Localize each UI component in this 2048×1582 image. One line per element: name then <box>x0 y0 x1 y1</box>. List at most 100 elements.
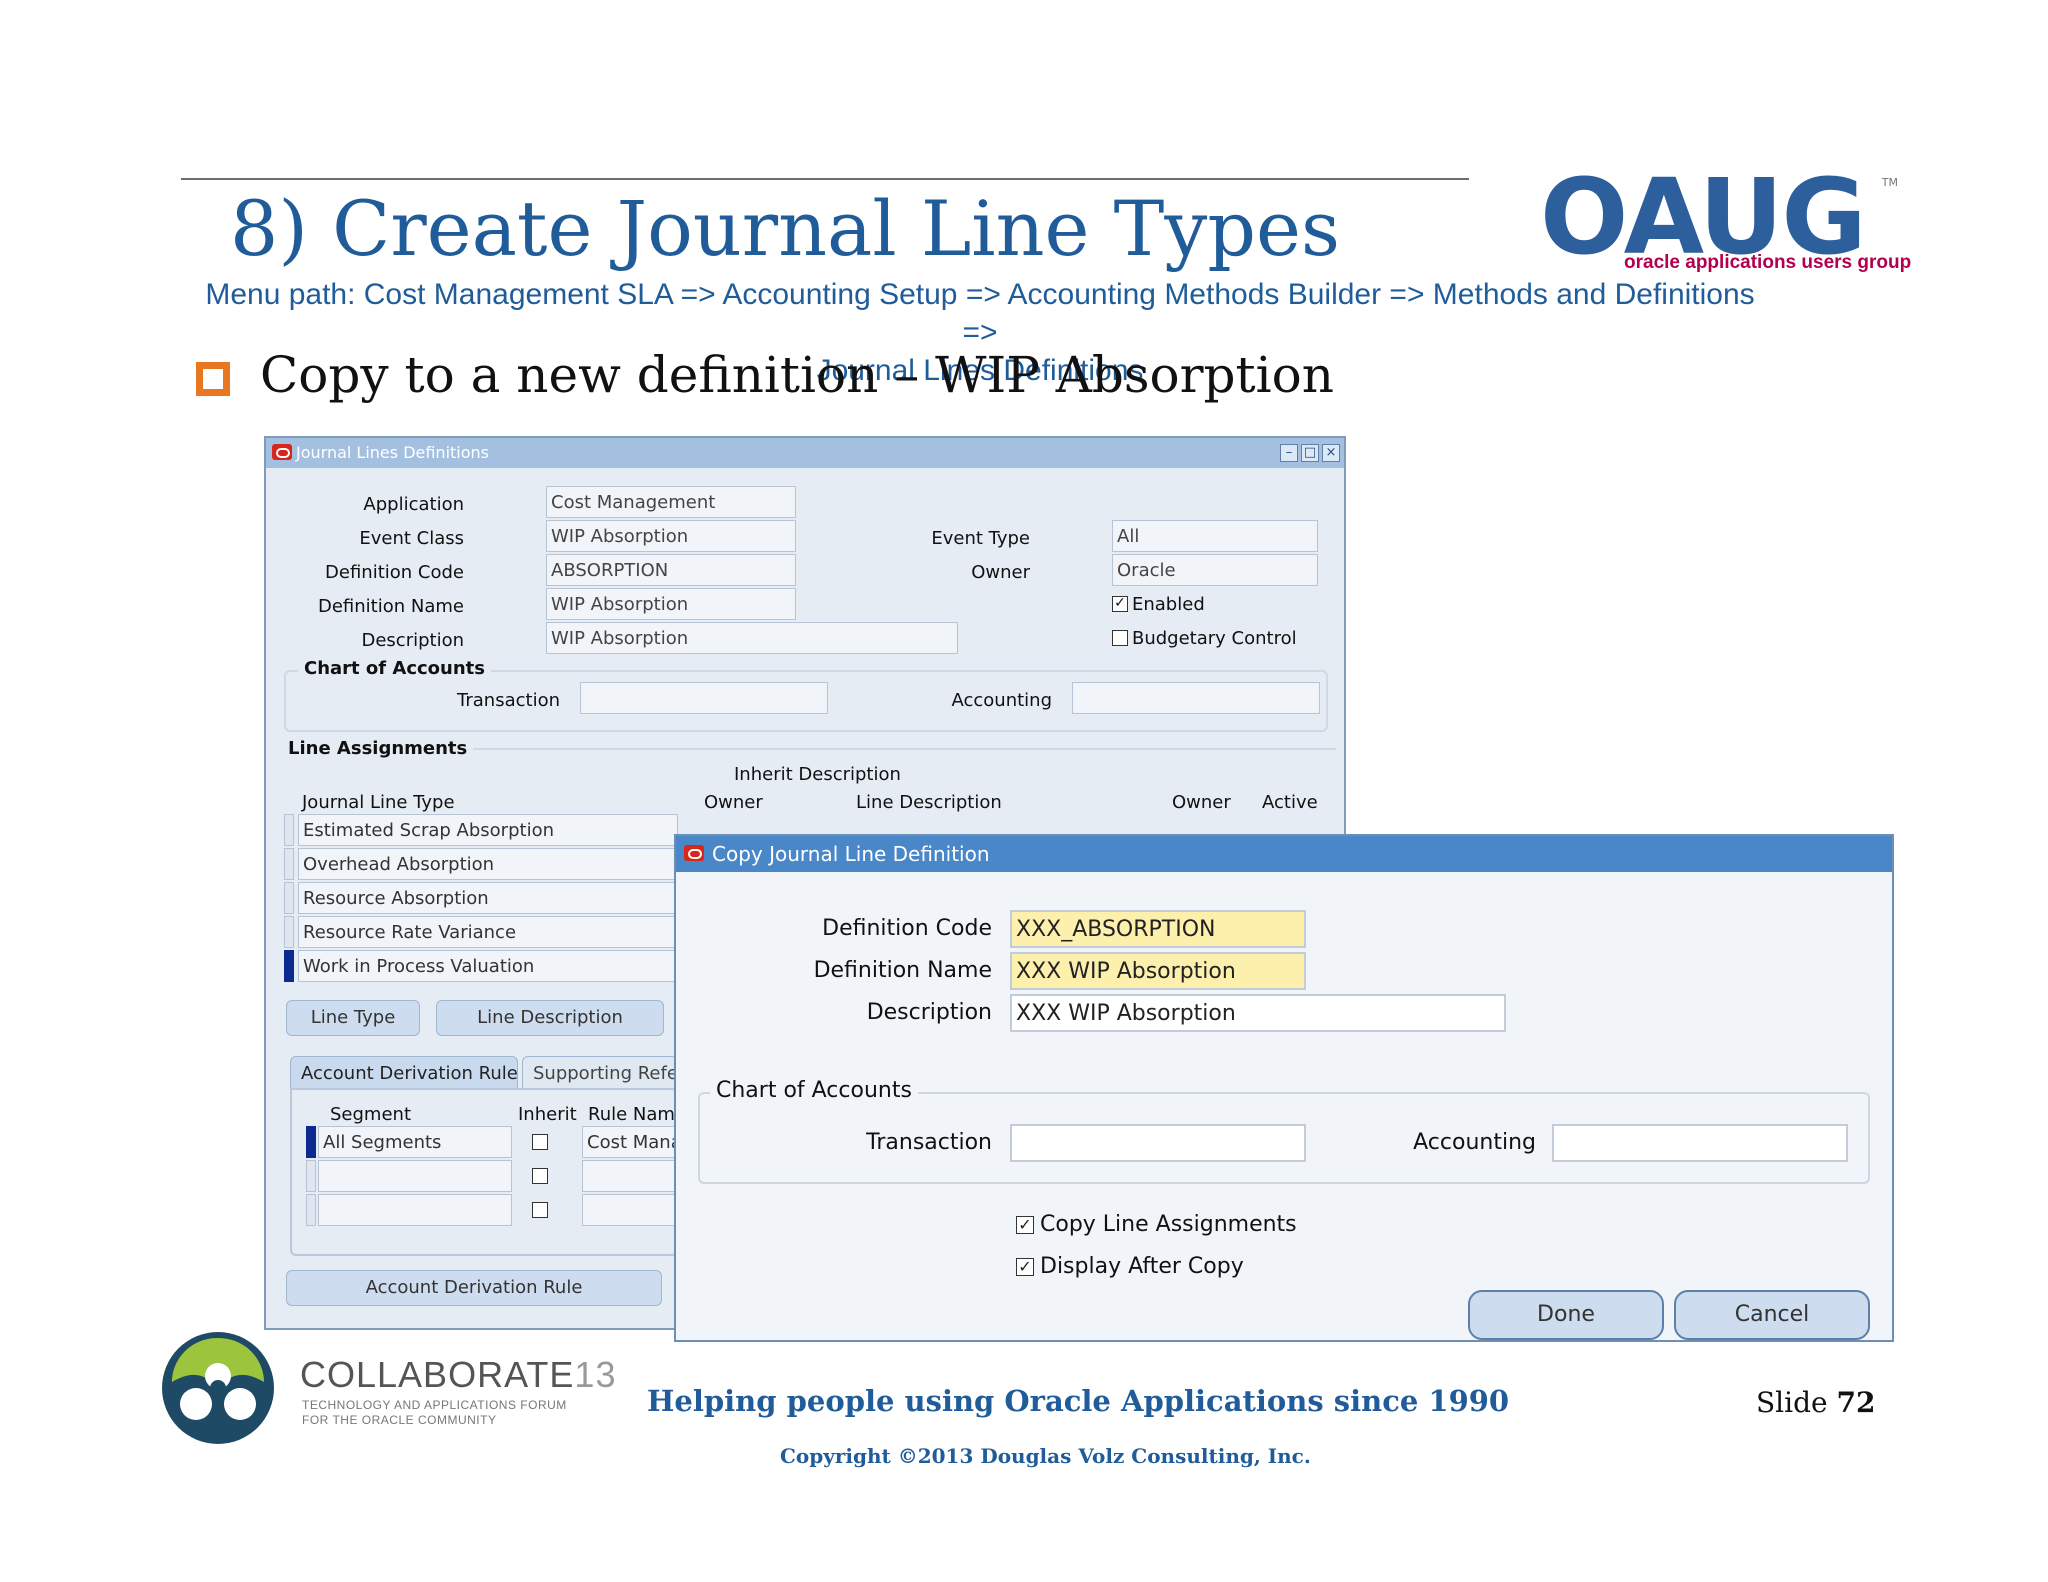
enabled-label: Enabled <box>1132 594 1205 615</box>
application-field[interactable]: Cost Management <box>546 486 796 518</box>
window-titlebar[interactable]: Journal Lines Definitions – □ × <box>266 438 1344 468</box>
rule-name-cell[interactable] <box>582 1160 678 1192</box>
dialog-accounting-label: Accounting <box>1413 1130 1536 1155</box>
budgetary-control-checkbox[interactable] <box>1112 630 1128 646</box>
event-class-field[interactable]: WIP Absorption <box>546 520 796 552</box>
inherit-checkbox[interactable] <box>532 1134 548 1150</box>
col-segment: Segment <box>330 1104 411 1125</box>
dialog-transaction-label: Transaction <box>866 1130 992 1155</box>
event-type-label: Event Type <box>931 528 1030 549</box>
col-active: Active <box>1262 792 1318 813</box>
slide-number: Slide 72 <box>1756 1386 1875 1419</box>
chart-of-accounts-title: Chart of Accounts <box>298 658 491 679</box>
menu-path-line1: Menu path: Cost Management SLA => Accoun… <box>205 278 1755 349</box>
cancel-button[interactable]: Cancel <box>1674 1290 1870 1340</box>
line-assignments-divider <box>456 748 1336 750</box>
display-after-copy-checkbox[interactable]: ✓ <box>1016 1258 1034 1276</box>
dialog-definition-code-label: Definition Code <box>822 916 992 941</box>
collaborate-logo-icon <box>162 1332 274 1444</box>
window-controls: – □ × <box>1280 444 1340 462</box>
oaug-logo: OAUG TM oracle applications users group <box>1540 162 1911 282</box>
col-owner: Owner <box>704 792 763 813</box>
slide-number-label: Slide <box>1756 1386 1828 1419</box>
oaug-tm: TM <box>1881 176 1898 189</box>
dialog-definition-name-field[interactable]: XXX WIP Absorption <box>1010 952 1306 990</box>
window-title: Journal Lines Definitions <box>296 443 489 462</box>
coa-accounting-field[interactable] <box>1072 682 1320 714</box>
close-icon[interactable]: × <box>1322 444 1340 462</box>
inherit-checkbox[interactable] <box>532 1202 548 1218</box>
dialog-title: Copy Journal Line Definition <box>712 842 990 866</box>
row-indicator[interactable] <box>284 916 294 948</box>
copy-line-assignments-checkbox[interactable]: ✓ <box>1016 1216 1034 1234</box>
collaborate-tagline: TECHNOLOGY AND APPLICATIONS FORUM FOR TH… <box>302 1398 567 1428</box>
enabled-checkbox[interactable]: ✓ <box>1112 596 1128 612</box>
col-line-description: Line Description <box>856 792 1002 813</box>
table-row[interactable]: Estimated Scrap Absorption <box>298 814 678 846</box>
row-indicator[interactable] <box>306 1160 316 1192</box>
dialog-description-field[interactable]: XXX WIP Absorption <box>1010 994 1506 1032</box>
segment-cell[interactable] <box>318 1160 512 1192</box>
oaug-logo-subtitle: oracle applications users group <box>1624 252 1912 273</box>
col-journal-line-type: Journal Line Type <box>302 792 455 813</box>
rule-name-cell[interactable]: Cost Management <box>582 1126 678 1158</box>
rule-name-cell[interactable] <box>582 1194 678 1226</box>
dialog-definition-code-field[interactable]: XXX_ABSORPTION <box>1010 910 1306 948</box>
line-description-button[interactable]: Line Description <box>436 1000 664 1036</box>
bullet-text: Copy to a new definition – WIP Absorptio… <box>260 346 1334 404</box>
owner-field[interactable]: Oracle <box>1112 554 1318 586</box>
coa-transaction-label: Transaction <box>457 690 560 711</box>
description-label: Description <box>361 630 464 651</box>
row-indicator-current[interactable] <box>284 950 294 982</box>
bullet-square-icon <box>196 362 230 396</box>
description-field[interactable]: WIP Absorption <box>546 622 958 654</box>
inherit-checkbox[interactable] <box>532 1168 548 1184</box>
definition-name-field[interactable]: WIP Absorption <box>546 588 796 620</box>
event-type-field[interactable]: All <box>1112 520 1318 552</box>
slide-title: 8) Create Journal Line Types <box>230 184 1340 273</box>
table-row[interactable]: Resource Absorption <box>298 882 678 914</box>
table-row[interactable]: Overhead Absorption <box>298 848 678 880</box>
dialog-definition-name-label: Definition Name <box>813 958 992 983</box>
header-divider <box>181 178 1469 180</box>
coa-accounting-label: Accounting <box>951 690 1052 711</box>
line-type-button[interactable]: Line Type <box>286 1000 420 1036</box>
collaborate-wordmark: COLLABORATE13 <box>300 1354 616 1396</box>
dialog-accounting-field[interactable] <box>1552 1124 1848 1162</box>
row-indicator[interactable] <box>284 882 294 914</box>
col-rule-name: Rule Name <box>588 1104 687 1125</box>
line-assignments-title: Line Assignments <box>282 738 474 759</box>
row-indicator[interactable] <box>306 1194 316 1226</box>
coa-transaction-field[interactable] <box>580 682 828 714</box>
col-owner-2: Owner <box>1172 792 1231 813</box>
row-indicator[interactable] <box>284 814 294 846</box>
application-label: Application <box>363 494 464 515</box>
col-inherit-description: Inherit Description <box>734 764 901 785</box>
event-class-label: Event Class <box>359 528 464 549</box>
minimize-icon[interactable]: – <box>1280 444 1298 462</box>
definition-code-field[interactable]: ABSORPTION <box>546 554 796 586</box>
tab-account-derivation-rules[interactable]: Account Derivation Rules <box>290 1056 518 1090</box>
budgetary-control-label: Budgetary Control <box>1132 628 1297 649</box>
definition-code-label: Definition Code <box>325 562 464 583</box>
account-derivation-rule-button[interactable]: Account Derivation Rule <box>286 1270 662 1306</box>
owner-label: Owner <box>971 562 1030 583</box>
collaborate-tagline-line2: FOR THE ORACLE COMMUNITY <box>302 1413 497 1427</box>
display-after-copy-label: Display After Copy <box>1040 1254 1244 1279</box>
dialog-description-label: Description <box>866 1000 992 1025</box>
segment-cell[interactable]: All Segments <box>318 1126 512 1158</box>
maximize-icon[interactable]: □ <box>1301 444 1319 462</box>
tab-supporting-references[interactable]: Supporting References <box>522 1056 678 1090</box>
oracle-icon <box>684 845 704 861</box>
definition-name-label: Definition Name <box>318 596 464 617</box>
table-row[interactable]: Work in Process Valuation <box>298 950 678 982</box>
footer-tagline: Helping people using Oracle Applications… <box>647 1384 1510 1418</box>
row-indicator-current[interactable] <box>306 1126 316 1158</box>
segment-cell[interactable] <box>318 1194 512 1226</box>
row-indicator[interactable] <box>284 848 294 880</box>
dialog-transaction-field[interactable] <box>1010 1124 1306 1162</box>
footer-copyright: Copyright ©2013 Douglas Volz Consulting,… <box>780 1444 1311 1468</box>
dialog-titlebar[interactable]: Copy Journal Line Definition <box>676 836 1892 872</box>
done-button[interactable]: Done <box>1468 1290 1664 1340</box>
table-row[interactable]: Resource Rate Variance <box>298 916 678 948</box>
